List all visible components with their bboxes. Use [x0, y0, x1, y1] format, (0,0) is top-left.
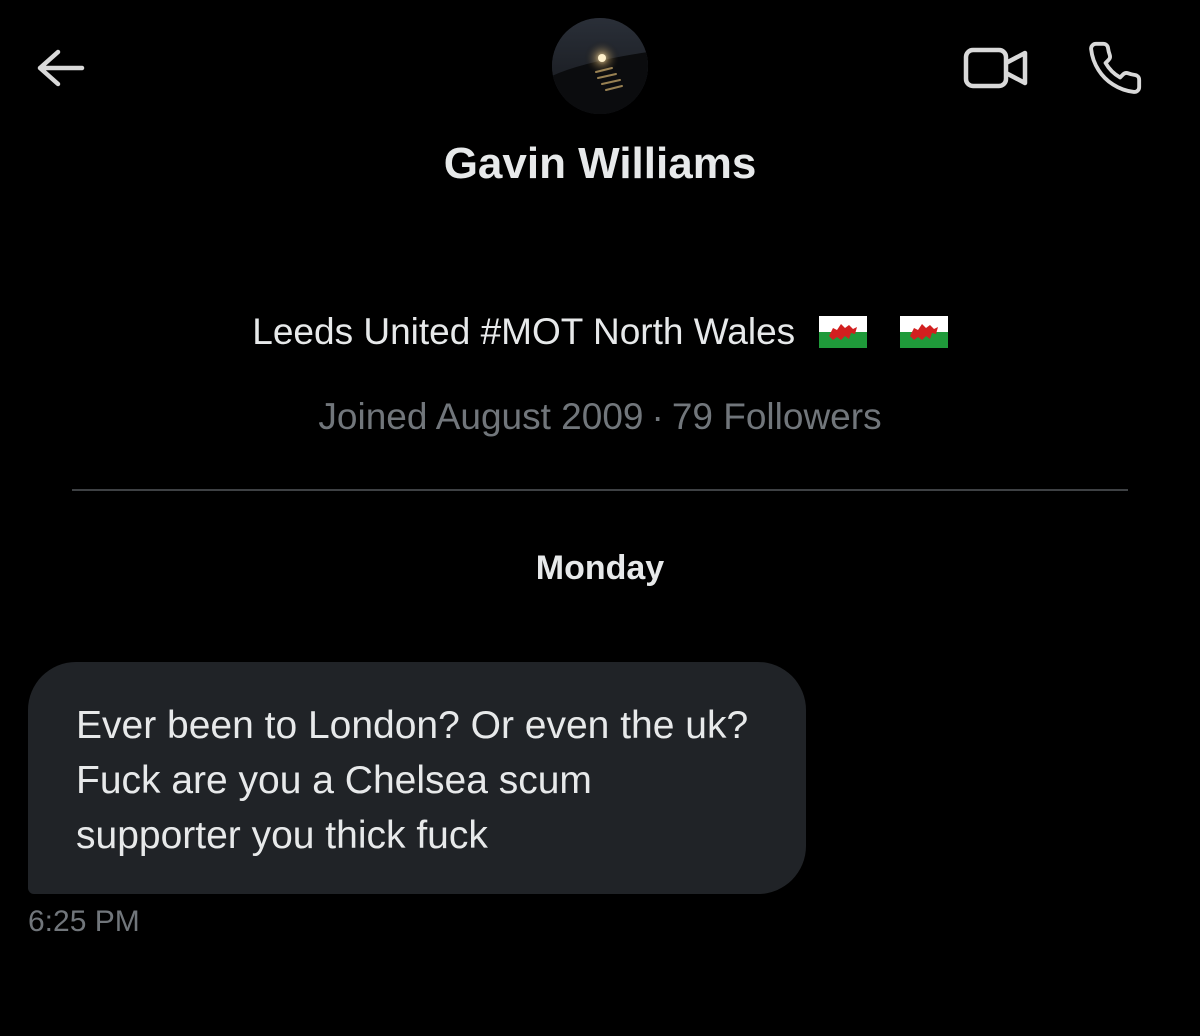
- voice-call-button[interactable]: [1080, 36, 1150, 100]
- video-call-button[interactable]: [958, 38, 1034, 98]
- day-separator: Monday: [535, 549, 665, 587]
- meta-separator: ·: [651, 396, 664, 437]
- phone-icon: [1089, 41, 1142, 94]
- arrow-left-icon: [37, 49, 85, 87]
- profile-name[interactable]: Gavin Williams: [0, 138, 1200, 190]
- profile-bio: Leeds United #MOT North Wales: [0, 308, 1200, 356]
- followers-count[interactable]: 79 Followers: [672, 396, 882, 437]
- profile-meta: Joined August 2009 · 79 Followers: [0, 393, 1200, 441]
- message-text: Ever been to London? Or even the uk? Fuc…: [76, 704, 749, 857]
- message-timestamp: 6:25 PM: [28, 905, 140, 938]
- avatar-image: [552, 18, 648, 114]
- divider: [72, 489, 1128, 491]
- wales-flag-icon: [899, 316, 948, 348]
- avatar[interactable]: [552, 18, 648, 114]
- wales-flag-icon: [819, 316, 868, 348]
- bio-text: Leeds United #MOT North Wales: [252, 311, 796, 352]
- back-button[interactable]: [30, 38, 90, 98]
- joined-date: Joined August 2009: [318, 396, 644, 437]
- video-camera-icon: [963, 47, 1028, 89]
- message-bubble[interactable]: Ever been to London? Or even the uk? Fuc…: [28, 662, 806, 894]
